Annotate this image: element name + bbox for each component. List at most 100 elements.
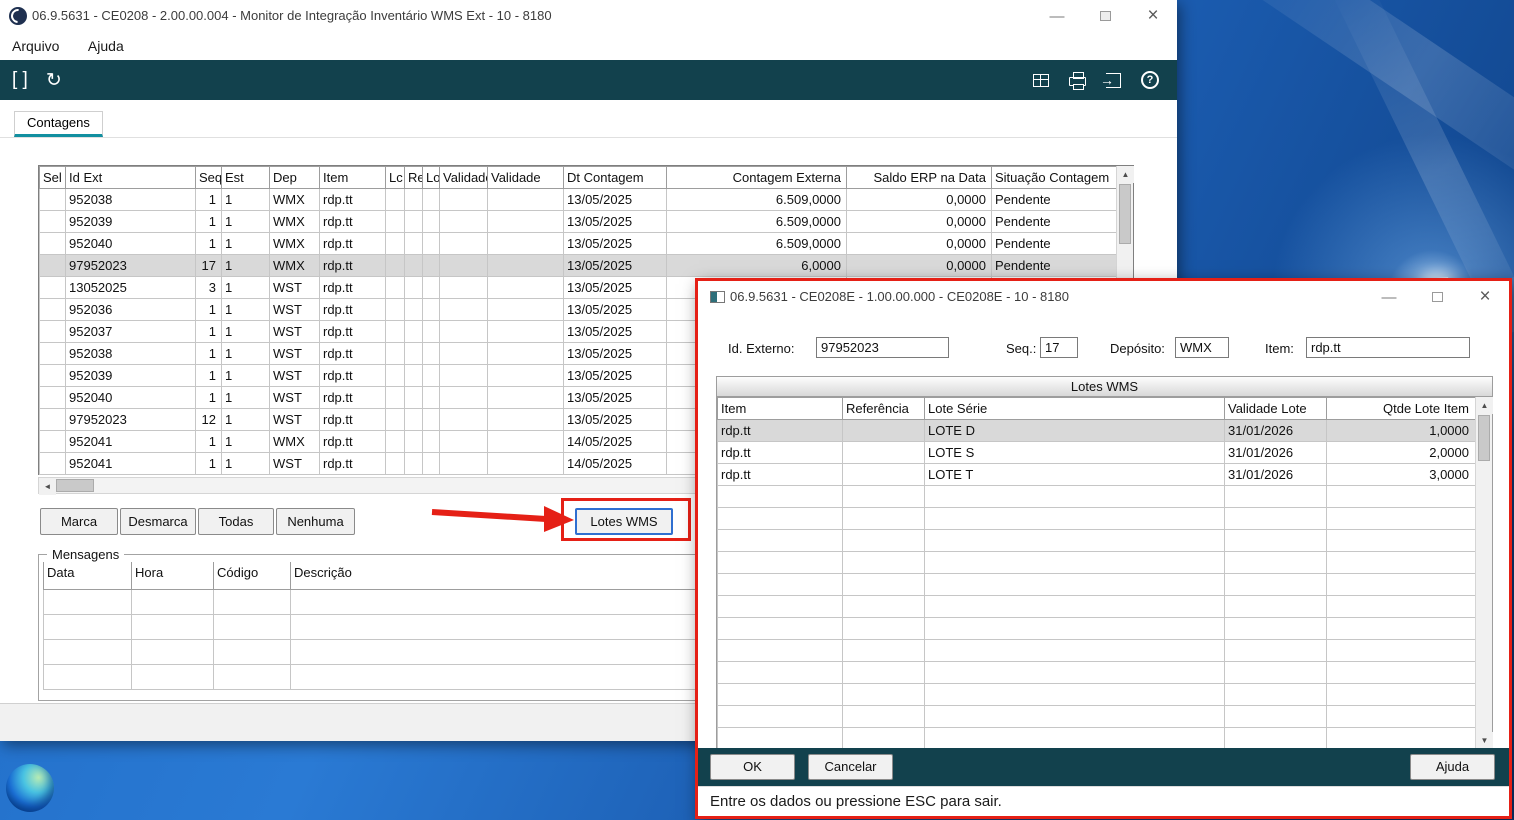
column-header[interactable]: Validade Lote (1224, 397, 1327, 420)
menu-arquivo[interactable]: Arquivo (0, 32, 71, 60)
column-header[interactable]: Saldo ERP na Data (846, 166, 992, 189)
column-header[interactable]: Código (213, 562, 291, 590)
cell: WST (269, 364, 320, 387)
scrollbar-thumb[interactable] (1119, 184, 1131, 244)
cell (439, 210, 488, 233)
desmarca-button[interactable]: Desmarca (120, 508, 196, 535)
scroll-up-icon[interactable] (1476, 397, 1493, 414)
cell (422, 364, 440, 387)
column-header[interactable]: Referência (842, 397, 925, 420)
table-row[interactable]: rdp.tt LOTE D 31/01/2026 1,0000 (717, 419, 1476, 442)
column-header[interactable]: Id Ext (65, 166, 196, 189)
table-row[interactable]: 97952023 17 1 WMX rdp.tt 13/05/2025 6,0000 0,00… (39, 254, 1117, 277)
lotes-wms-button[interactable]: Lotes WMS (575, 508, 673, 535)
table-row-empty[interactable] (717, 661, 1476, 684)
table-row-empty[interactable] (717, 573, 1476, 596)
table-row[interactable]: 952039 1 1 WMX rdp.tt 13/05/2025 6.509,0000 0,0… (39, 210, 1117, 233)
printer-icon[interactable] (1069, 72, 1086, 90)
cell (487, 298, 564, 321)
ajuda-button[interactable]: Ajuda (1410, 754, 1495, 780)
cell (1224, 529, 1327, 552)
seq-field[interactable] (1040, 337, 1078, 358)
cell (717, 727, 843, 750)
column-header[interactable]: Sel (39, 166, 66, 189)
deposito-field[interactable] (1175, 337, 1229, 358)
edge-icon[interactable] (6, 764, 54, 812)
cell: 13/05/2025 (563, 232, 667, 255)
table-row[interactable]: 952040 1 1 WMX rdp.tt 13/05/2025 6.509,0000 0,0… (39, 232, 1117, 255)
table-row-empty[interactable] (717, 727, 1476, 750)
column-header[interactable]: Validade (487, 166, 564, 189)
scroll-left-icon[interactable] (39, 478, 56, 495)
refresh-icon[interactable]: ↻ (46, 69, 62, 92)
lotes-group-header: Lotes WMS (717, 377, 1492, 397)
column-header[interactable]: Re: (404, 166, 423, 189)
column-header[interactable]: Item (717, 397, 843, 420)
cell: 0,0000 (846, 232, 992, 255)
tab-contagens[interactable]: Contagens (14, 111, 103, 137)
cell: WST (269, 386, 320, 409)
todas-button[interactable]: Todas (198, 508, 274, 535)
id-externo-field[interactable] (816, 337, 949, 358)
help-icon[interactable]: ? (1141, 71, 1159, 89)
column-header[interactable]: Contagem Externa (666, 166, 847, 189)
table-row[interactable]: rdp.tt LOTE T 31/01/2026 3,0000 (717, 463, 1476, 486)
table-row-empty[interactable] (717, 617, 1476, 640)
cell: 1 (221, 276, 270, 299)
cell (487, 452, 564, 475)
cancelar-button[interactable]: Cancelar (808, 754, 893, 780)
scrollbar-thumb[interactable] (1478, 415, 1490, 461)
table-row-empty[interactable] (717, 507, 1476, 530)
scroll-up-icon[interactable] (1117, 166, 1134, 183)
cell: 1 (221, 188, 270, 211)
column-header[interactable]: Data (43, 562, 132, 590)
column-header[interactable]: Lote Série (924, 397, 1225, 420)
column-header[interactable]: Qtde Lote Item (1326, 397, 1476, 420)
maximize-icon[interactable] (1413, 281, 1461, 313)
minimize-icon[interactable]: — (1033, 0, 1081, 32)
vertical-scrollbar[interactable] (1475, 397, 1493, 749)
cell: 3 (195, 276, 222, 299)
column-header[interactable]: Lc (385, 166, 405, 189)
scroll-down-icon[interactable] (1476, 732, 1493, 749)
grid-icon[interactable] (1033, 73, 1049, 87)
table-row-empty[interactable] (717, 485, 1476, 508)
column-header[interactable]: Hora (131, 562, 214, 590)
cell (1224, 661, 1327, 684)
cell: WST (269, 408, 320, 431)
menu-ajuda[interactable]: Ajuda (76, 32, 136, 60)
ok-button[interactable]: OK (710, 754, 795, 780)
marca-button[interactable]: Marca (40, 508, 118, 535)
table-row-empty[interactable] (717, 639, 1476, 662)
cell: 31/01/2026 (1224, 419, 1327, 442)
column-header[interactable]: Est (221, 166, 270, 189)
cell: 952040 (65, 386, 196, 409)
column-header[interactable]: Seq (195, 166, 222, 189)
column-header[interactable]: Dt Contagem (563, 166, 667, 189)
cell: 1 (221, 408, 270, 431)
column-header[interactable]: Lo (422, 166, 440, 189)
minimize-icon[interactable]: — (1365, 281, 1413, 313)
column-header[interactable]: Dep (269, 166, 320, 189)
maximize-icon[interactable] (1081, 0, 1129, 32)
nenhuma-button[interactable]: Nenhuma (276, 508, 355, 535)
exit-icon[interactable] (1100, 71, 1121, 89)
cell (717, 507, 843, 530)
table-row[interactable]: 952038 1 1 WMX rdp.tt 13/05/2025 6.509,0000 0,0… (39, 188, 1117, 211)
brackets-icon[interactable]: [ ] (12, 69, 28, 91)
table-row-empty[interactable] (717, 683, 1476, 706)
table-row-empty[interactable] (717, 705, 1476, 728)
cell (39, 430, 66, 453)
column-header[interactable]: Situação Contagem (991, 166, 1117, 189)
table-row[interactable]: rdp.tt LOTE S 31/01/2026 2,0000 (717, 441, 1476, 464)
column-header[interactable]: Item (319, 166, 386, 189)
close-icon[interactable]: × (1461, 281, 1509, 313)
close-icon[interactable]: × (1129, 0, 1177, 32)
item-field[interactable] (1306, 337, 1470, 358)
column-header[interactable]: Validade ' (439, 166, 488, 189)
table-row-empty[interactable] (717, 529, 1476, 552)
table-row-empty[interactable] (717, 595, 1476, 618)
scrollbar-thumb[interactable] (56, 479, 94, 492)
cell: rdp.tt (319, 386, 386, 409)
table-row-empty[interactable] (717, 551, 1476, 574)
